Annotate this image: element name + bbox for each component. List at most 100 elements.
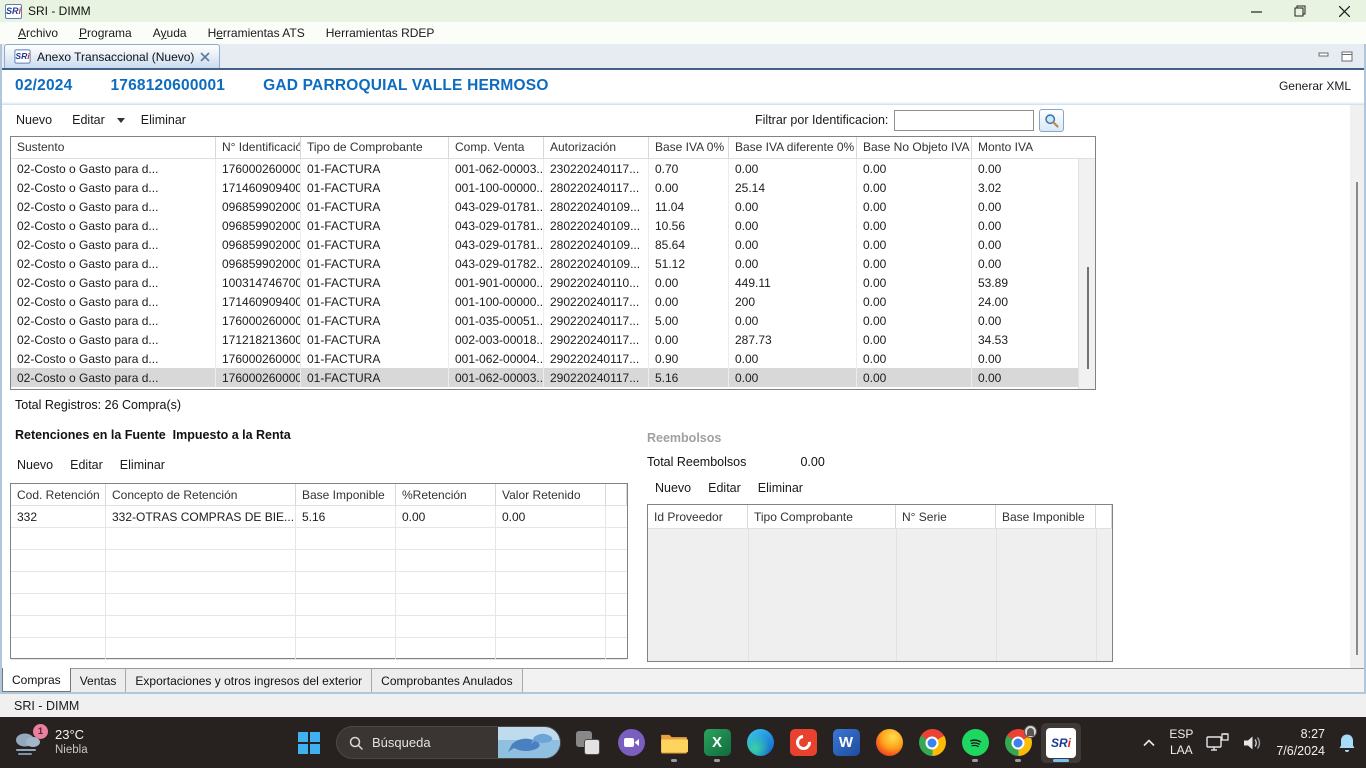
tab-exportaciones[interactable]: Exportaciones y otros ingresos del exter…	[126, 669, 372, 692]
file-explorer-button[interactable]	[654, 723, 694, 763]
table-row[interactable]: 02-Costo o Gasto para d... 0968599020001…	[11, 216, 1095, 235]
cell-monto-iva: 0.00	[972, 349, 1078, 368]
excel-button[interactable]: X	[697, 723, 737, 763]
nuevo-button[interactable]: Nuevo	[655, 481, 691, 495]
maximize-view-icon[interactable]	[1341, 51, 1354, 62]
table-row[interactable]: 02-Costo o Gasto para d... 1714609094001…	[11, 178, 1095, 197]
column-header[interactable]: Cod. Retención	[11, 484, 106, 505]
cell-tipo-comprobante: 01-FACTURA	[301, 349, 449, 368]
table-row[interactable]: 02-Costo o Gasto para d... 0968599020001…	[11, 197, 1095, 216]
menu-archivo[interactable]: Archivo	[8, 23, 69, 43]
editar-button[interactable]: Editar	[70, 458, 103, 472]
weather-condition: Niebla	[55, 743, 88, 757]
table-row[interactable]: 332 332-OTRAS COMPRAS DE BIE... 5.16 0.0…	[11, 506, 627, 528]
column-header[interactable]: Tipo Comprobante	[748, 505, 896, 528]
status-bar: SRI - DIMM	[0, 694, 1366, 717]
period-label: 02/2024	[15, 77, 72, 95]
edge-button[interactable]	[740, 723, 780, 763]
column-header[interactable]: Tipo de Comprobante	[301, 137, 449, 158]
column-header[interactable]: Id Proveedor	[648, 505, 748, 528]
cell-identificacion: 0968599020001	[216, 235, 301, 254]
tab-anexo-transaccional[interactable]: SRi Anexo Transaccional (Nuevo)	[4, 44, 220, 68]
cell-base-iva-0: 10.56	[649, 216, 729, 235]
table-row[interactable]: 02-Costo o Gasto para d... 1760002600001…	[11, 159, 1095, 178]
table-row[interactable]: 02-Costo o Gasto para d... 0968599020001…	[11, 254, 1095, 273]
table-row[interactable]: 02-Costo o Gasto para d... 1003147467001…	[11, 273, 1095, 292]
taskbar-search[interactable]: Búsqueda	[336, 726, 561, 759]
column-header[interactable]: Base IVA 0%	[649, 137, 729, 158]
column-header[interactable]: Monto IVA	[972, 137, 1078, 158]
generar-xml-button[interactable]: Generar XML	[1279, 79, 1351, 93]
column-header[interactable]: Base Imponible	[996, 505, 1096, 528]
menu-ayuda[interactable]: Ayuda	[143, 23, 198, 43]
language-indicator[interactable]: ESP LAA	[1169, 727, 1193, 758]
table-row[interactable]: 02-Costo o Gasto para d... 1760002600001…	[11, 368, 1095, 387]
column-header[interactable]: Sustento	[11, 137, 216, 158]
table-row[interactable]: 02-Costo o Gasto para d... 0968599020001…	[11, 235, 1095, 254]
column-header[interactable]: Valor Retenido	[496, 484, 606, 505]
search-button[interactable]	[1039, 109, 1064, 132]
minimize-button[interactable]	[1234, 0, 1278, 22]
table-scrollbar-thumb[interactable]	[1087, 267, 1089, 369]
column-header[interactable]: Base No Objeto IVA	[857, 137, 972, 158]
tab-ventas[interactable]: Ventas	[71, 669, 127, 692]
search-highlight-image[interactable]	[498, 726, 560, 759]
close-button[interactable]	[1322, 0, 1366, 22]
cell-monto-iva: 0.00	[972, 197, 1078, 216]
chrome-button[interactable]	[912, 723, 952, 763]
eliminar-button[interactable]: Eliminar	[141, 113, 186, 127]
restore-button[interactable]	[1278, 0, 1322, 22]
network-icon[interactable]	[1206, 733, 1230, 753]
tab-compras[interactable]: Compras	[2, 668, 71, 692]
column-header[interactable]: Concepto de Retención	[106, 484, 296, 505]
start-button[interactable]	[289, 723, 329, 763]
editar-button[interactable]: Editar	[72, 113, 105, 127]
volume-icon[interactable]	[1243, 735, 1263, 751]
table-row[interactable]: 02-Costo o Gasto para d... 1714609094001…	[11, 292, 1095, 311]
sri-dimm-button[interactable]: SRi	[1041, 723, 1081, 763]
table-row[interactable]: 02-Costo o Gasto para d... 1760002600001…	[11, 349, 1095, 368]
tab-comprobantes-anulados[interactable]: Comprobantes Anulados	[372, 669, 522, 692]
word-button[interactable]: W	[826, 723, 866, 763]
table-row[interactable]: 02-Costo o Gasto para d... 1712182136001…	[11, 330, 1095, 349]
column-header[interactable]: Base Imponible	[296, 484, 396, 505]
menu-programa[interactable]: Programa	[69, 23, 143, 43]
column-header[interactable]: N° Serie	[896, 505, 996, 528]
column-header[interactable]: Autorización	[544, 137, 649, 158]
spotify-button[interactable]	[955, 723, 995, 763]
nuevo-button[interactable]: Nuevo	[17, 458, 53, 472]
cell-tipo-comprobante: 01-FACTURA	[301, 311, 449, 330]
column-header[interactable]: Comp. Venta	[449, 137, 544, 158]
eliminar-button[interactable]: Eliminar	[758, 481, 803, 495]
notification-bell-icon[interactable]	[1338, 733, 1356, 753]
filter-input[interactable]	[894, 110, 1034, 131]
view-scrollbar[interactable]	[1350, 105, 1364, 668]
table-scrollbar[interactable]	[1078, 159, 1095, 389]
tab-close-icon[interactable]	[200, 52, 210, 62]
reembolsos-table-header: Id Proveedor Tipo Comprobante N° Serie B…	[648, 505, 1112, 529]
editar-button[interactable]: Editar	[708, 481, 741, 495]
clock[interactable]: 8:27 7/6/2024	[1276, 726, 1325, 760]
view-scrollbar-thumb[interactable]	[1356, 182, 1358, 655]
minimize-view-icon[interactable]	[1318, 51, 1331, 61]
chat-app-button[interactable]	[611, 723, 651, 763]
table-row[interactable]: 02-Costo o Gasto para d... 1760002600001…	[11, 311, 1095, 330]
menu-herramientas-rdep[interactable]: Herramientas RDEP	[316, 23, 446, 43]
editar-dropdown-icon[interactable]	[117, 118, 125, 123]
cell-tipo-comprobante: 01-FACTURA	[301, 292, 449, 311]
nuevo-button[interactable]: Nuevo	[16, 113, 52, 127]
column-header[interactable]: %Retención	[396, 484, 496, 505]
task-view-button[interactable]	[568, 723, 608, 763]
menu-herramientas-ats[interactable]: Herramientas ATS	[198, 23, 316, 43]
cell-identificacion: 0968599020001	[216, 254, 301, 273]
firefox-button[interactable]	[869, 723, 909, 763]
cell-autorizacion: 230220240117...	[544, 159, 649, 178]
column-header[interactable]: N° Identificación	[216, 137, 301, 158]
chrome-profile-button[interactable]	[998, 723, 1038, 763]
cell-autorizacion: 290220240117...	[544, 368, 649, 387]
column-header[interactable]: Base IVA diferente 0%	[729, 137, 857, 158]
weather-widget[interactable]: 1 23°C Niebla	[10, 717, 88, 768]
tray-chevron-icon[interactable]	[1142, 738, 1156, 747]
pdf-app-button[interactable]	[783, 723, 823, 763]
eliminar-button[interactable]: Eliminar	[120, 458, 165, 472]
